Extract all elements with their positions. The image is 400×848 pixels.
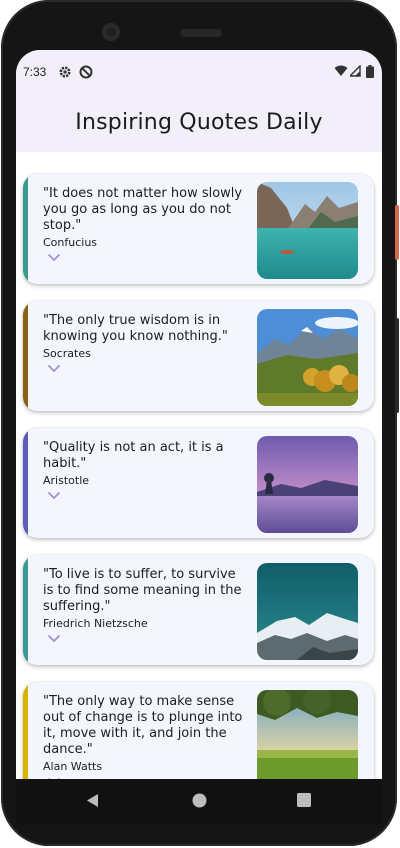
quote-author: Aristotle bbox=[43, 474, 90, 487]
cellular-signal-icon bbox=[350, 65, 361, 77]
quote-text: "It does not matter how slowly you go as… bbox=[43, 186, 243, 233]
system-navigation-bar bbox=[16, 779, 382, 824]
do-not-disturb-icon bbox=[79, 65, 93, 79]
status-time: 7:33 bbox=[23, 65, 47, 79]
back-icon[interactable] bbox=[86, 793, 99, 808]
wifi-icon bbox=[334, 65, 348, 76]
chevron-down-icon[interactable] bbox=[47, 253, 61, 262]
status-bar: 7:33 bbox=[16, 50, 382, 95]
quote-image-purple-lake bbox=[257, 436, 358, 533]
accent-bar bbox=[23, 174, 28, 284]
battery-icon bbox=[366, 65, 374, 78]
front-camera bbox=[102, 23, 120, 41]
quote-text: "To live is to suffer, to survive is to … bbox=[43, 567, 242, 614]
quote-author: Confucius bbox=[43, 236, 98, 249]
chevron-down-icon[interactable] bbox=[47, 364, 61, 373]
quote-card[interactable]: "The only way to make sense out of chang… bbox=[23, 682, 374, 779]
accent-bar bbox=[23, 555, 28, 665]
volume-button bbox=[395, 318, 399, 413]
earpiece-speaker bbox=[180, 29, 222, 37]
accent-bar bbox=[23, 682, 28, 779]
quote-card[interactable]: "To live is to suffer, to survive is to … bbox=[23, 555, 374, 665]
chevron-down-icon[interactable] bbox=[47, 634, 61, 643]
quote-card[interactable]: "Quality is not an act, it is a habit." … bbox=[23, 428, 374, 538]
quote-author: Alan Watts bbox=[43, 760, 103, 773]
quote-author: Friedrich Nietzsche bbox=[43, 617, 148, 630]
power-button bbox=[395, 205, 399, 260]
quote-image-autumn-valley bbox=[257, 309, 358, 406]
accent-bar bbox=[23, 428, 28, 538]
settings-gear-icon bbox=[59, 66, 71, 78]
app-title: Inspiring Quotes Daily bbox=[75, 110, 323, 135]
app-bar: Inspiring Quotes Daily bbox=[16, 95, 382, 152]
quote-image-sunset-meadow bbox=[257, 690, 358, 779]
recents-icon[interactable] bbox=[297, 793, 311, 807]
screen: 7:33 Inspiring Quotes Daily "It does not… bbox=[16, 50, 382, 779]
quote-list[interactable]: "It does not matter how slowly you go as… bbox=[16, 152, 382, 779]
quote-text: "Quality is not an act, it is a habit." bbox=[43, 440, 224, 471]
quote-card[interactable]: "The only true wisdom is in knowing you … bbox=[23, 301, 374, 411]
accent-bar bbox=[23, 301, 28, 411]
quote-text: "The only way to make sense out of chang… bbox=[43, 694, 243, 757]
quote-image-lake bbox=[257, 182, 358, 279]
quote-card[interactable]: "It does not matter how slowly you go as… bbox=[23, 174, 374, 284]
quote-image-snowy-mountain bbox=[257, 563, 358, 660]
chevron-down-icon[interactable] bbox=[47, 491, 61, 500]
quote-text: "The only true wisdom is in knowing you … bbox=[43, 313, 228, 344]
home-icon[interactable] bbox=[192, 793, 207, 808]
quote-author: Socrates bbox=[43, 347, 91, 360]
